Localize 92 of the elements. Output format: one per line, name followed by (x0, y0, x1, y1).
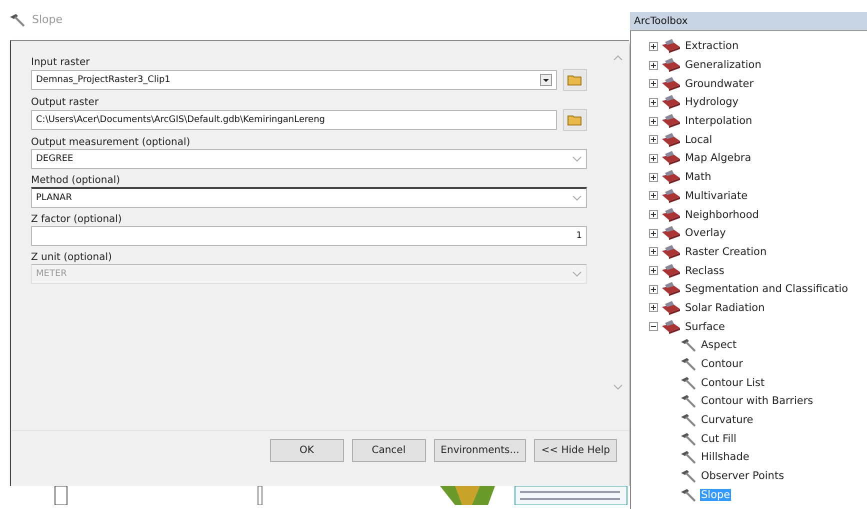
expand-icon[interactable] (649, 247, 658, 256)
toolset-item[interactable]: Math (684, 171, 712, 184)
expand-icon[interactable] (649, 79, 658, 88)
tool-item[interactable]: Curvature (700, 414, 754, 426)
dialog-button[interactable]: OK (270, 439, 344, 462)
browse-folder-button[interactable] (563, 68, 587, 91)
field-label: Z factor (optional) (31, 212, 123, 226)
hammer-icon (8, 12, 26, 27)
expand-icon[interactable] (649, 60, 658, 70)
toolset-item[interactable]: Multivariate (684, 190, 749, 202)
folder-icon (567, 112, 583, 127)
toolbox-icon (661, 114, 681, 128)
toolset-item[interactable]: Surface (684, 320, 726, 333)
toolset-item[interactable]: Extraction (684, 40, 740, 52)
toolset-item[interactable]: Local (684, 134, 714, 146)
expand-icon[interactable] (649, 210, 658, 220)
dialog-button[interactable]: Cancel (352, 439, 426, 462)
panel-title: ArcToolbox (630, 12, 867, 31)
toolbox-icon (661, 188, 681, 203)
input-field[interactable]: C:\Users\Acer\Documents\ArcGIS\Default.gdb\KemiringanLereng (31, 110, 557, 130)
toolset-item[interactable]: Neighborhood (684, 208, 760, 221)
expand-icon[interactable] (649, 42, 658, 51)
expand-icon[interactable] (649, 284, 658, 294)
tool-icon (679, 450, 697, 464)
tool-icon (679, 469, 697, 484)
toolset-item[interactable]: Groundwater (684, 78, 755, 90)
tool-item[interactable]: Contour with Barriers (700, 395, 814, 408)
dialog-button[interactable]: << Hide Help (534, 439, 617, 462)
chevron-down-icon (572, 156, 582, 162)
toolbox-icon (661, 300, 681, 315)
tool-item[interactable]: Contour List (700, 376, 766, 389)
chevron-down-icon (572, 194, 582, 201)
expand-icon[interactable] (649, 135, 658, 144)
tool-icon (679, 338, 697, 352)
toolset-item[interactable]: Map Algebra (684, 152, 752, 164)
dialog-button[interactable]: Environments... (434, 439, 526, 462)
tool-item[interactable]: Contour (700, 358, 744, 370)
expand-icon[interactable] (649, 172, 658, 182)
expand-icon[interactable] (649, 154, 658, 163)
dropdown-field[interactable]: PLANAR (31, 186, 587, 208)
field-label: Method (optional) (31, 174, 122, 187)
toolset-item[interactable]: Raster Creation (684, 246, 768, 258)
input-field[interactable]: 1 (31, 226, 587, 246)
expand-icon[interactable] (649, 98, 658, 107)
toolset-item[interactable]: Reclass (684, 264, 726, 277)
field-label: Output measurement (optional) (31, 136, 192, 149)
dropdown-field[interactable]: Demnas_ProjectRaster3_Clip1 (31, 70, 557, 90)
toolbox-icon (661, 264, 681, 278)
toolset-item[interactable]: Overlay (684, 227, 727, 240)
tool-item[interactable]: Observer Points (700, 470, 786, 482)
toolbox-icon (661, 170, 681, 184)
toolbox-icon (661, 132, 681, 147)
tool-icon (679, 394, 697, 408)
toolbox-icon (661, 320, 681, 334)
field-label: Input raster (31, 56, 91, 69)
toolbox-icon (661, 282, 681, 296)
tool-icon (679, 357, 697, 372)
chevron-down-icon (572, 270, 582, 277)
window-title: Slope (32, 13, 63, 26)
field-label: Z unit (optional) (31, 250, 113, 264)
toolbox-icon (661, 39, 681, 54)
expand-icon[interactable] (649, 303, 658, 312)
toolset-item[interactable]: Interpolation (684, 115, 754, 128)
expand-icon[interactable] (649, 116, 658, 126)
toolbox-icon (661, 244, 681, 259)
tool-item[interactable]: Cut Fill (700, 432, 738, 445)
toolbox-icon (661, 208, 681, 222)
collapse-icon[interactable] (649, 322, 658, 332)
toolset-item[interactable]: Hydrology (684, 96, 740, 108)
toolset-item[interactable]: Generalization (684, 59, 762, 72)
tool-item[interactable]: Aspect (700, 339, 738, 352)
toolbox-icon (661, 226, 681, 240)
toolbox-icon (661, 76, 681, 91)
dropdown-field[interactable]: DEGREE (31, 148, 587, 169)
down-chevron-icon (613, 384, 623, 390)
tool-icon (679, 488, 697, 502)
tool-item[interactable]: Hillshade (700, 451, 750, 464)
up-chevron-icon (613, 54, 623, 61)
browse-folder-button[interactable] (563, 108, 587, 131)
tool-icon (679, 432, 697, 446)
toolset-item[interactable]: Segmentation and Classificatio (684, 283, 850, 296)
expand-icon[interactable] (649, 266, 658, 276)
toolbox-icon (661, 95, 681, 110)
toolset-item[interactable]: Solar Radiation (684, 302, 766, 314)
expand-icon[interactable] (649, 228, 658, 238)
toolbox-icon (661, 58, 681, 72)
expand-icon[interactable] (649, 191, 658, 200)
field-label: Output raster (31, 96, 100, 109)
toolbox-icon (661, 151, 681, 166)
tool-icon (679, 413, 697, 428)
folder-icon (567, 72, 583, 87)
tool-icon (679, 376, 697, 390)
